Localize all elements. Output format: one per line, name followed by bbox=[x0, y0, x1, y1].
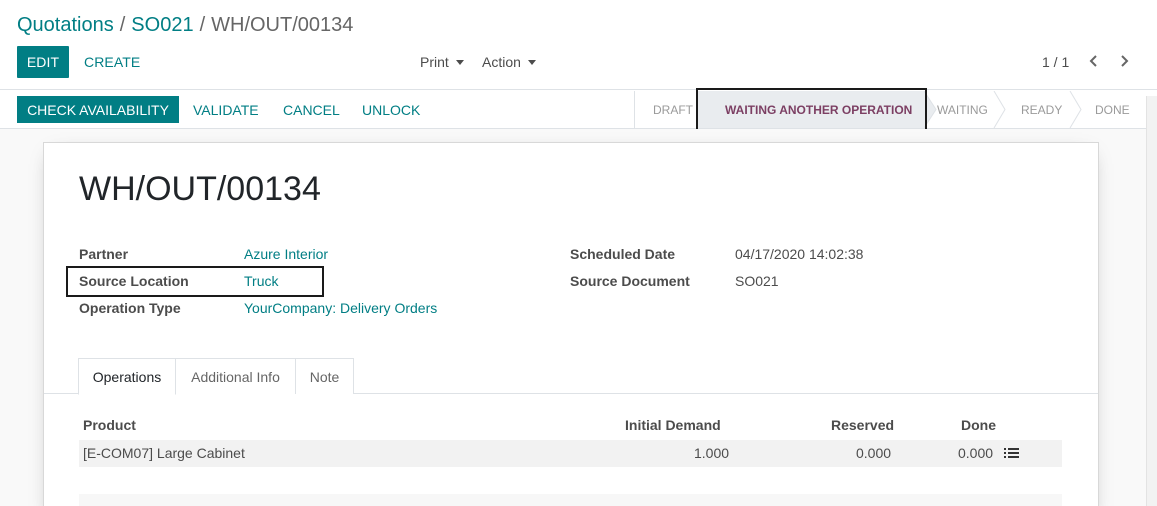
breadcrumb-quotations[interactable]: Quotations bbox=[17, 14, 114, 36]
record-title: WH/OUT/00134 bbox=[79, 170, 321, 208]
breadcrumb: Quotations / SO021/WH/OUT/00134 bbox=[17, 14, 353, 37]
scheduled-date-label: Scheduled Date bbox=[570, 246, 676, 262]
print-dropdown-label: Print bbox=[420, 54, 449, 70]
action-dropdown[interactable]: Action bbox=[482, 54, 536, 70]
chevron-left-icon[interactable] bbox=[1086, 53, 1102, 69]
column-header-product[interactable]: Product bbox=[83, 417, 136, 433]
partner-label: Partner bbox=[79, 246, 129, 262]
validate-button[interactable]: VALIDATE bbox=[193, 96, 259, 123]
operation-type-value[interactable]: YourCompany: Delivery Orders bbox=[244, 300, 437, 316]
operation-type-label: Operation Type bbox=[79, 300, 181, 316]
stage-divider bbox=[924, 91, 937, 128]
column-header-reserved[interactable]: Reserved bbox=[831, 417, 894, 433]
scheduled-date-value: 04/17/2020 14:02:38 bbox=[735, 246, 864, 262]
cancel-button[interactable]: CANCEL bbox=[283, 96, 340, 123]
notebook-tabs: Operations Additional Info Note bbox=[44, 358, 1098, 395]
column-header-done[interactable]: Done bbox=[961, 417, 996, 433]
cell-product[interactable]: [E-COM07] Large Cabinet bbox=[83, 445, 245, 461]
pager-value[interactable]: 1 / 1 bbox=[1042, 54, 1069, 70]
tab-additional-info[interactable]: Additional Info bbox=[175, 358, 296, 394]
source-document-label: Source Document bbox=[570, 273, 690, 289]
cell-reserved[interactable]: 0.000 bbox=[856, 445, 891, 461]
breadcrumb-separator: / bbox=[119, 14, 126, 36]
cell-initial-demand[interactable]: 1.000 bbox=[694, 445, 729, 461]
partner-value[interactable]: Azure Interior bbox=[244, 246, 328, 262]
breadcrumb-sale-order[interactable]: SO021 bbox=[131, 14, 193, 36]
action-dropdown-label: Action bbox=[482, 54, 521, 70]
tab-operations[interactable]: Operations bbox=[78, 358, 176, 395]
vertical-scrollbar[interactable] bbox=[1146, 96, 1157, 506]
breadcrumb-current: WH/OUT/00134 bbox=[211, 14, 354, 36]
stage-draft: DRAFT bbox=[653, 102, 693, 117]
stage-ready: READY bbox=[1021, 102, 1063, 117]
tab-note[interactable]: Note bbox=[295, 358, 354, 394]
caret-down-icon bbox=[527, 59, 536, 65]
list-icon[interactable] bbox=[1004, 447, 1019, 460]
status-bar: CHECK AVAILABILITY VALIDATE CANCEL UNLOC… bbox=[0, 91, 1157, 129]
stage-waiting: WAITING bbox=[937, 102, 988, 117]
stage-divider bbox=[1069, 91, 1082, 128]
unlock-button[interactable]: UNLOCK bbox=[362, 96, 420, 123]
stage-pipeline: DRAFT WAITING ANOTHER OPERATION WAITING … bbox=[634, 91, 1157, 128]
breadcrumb-separator: / bbox=[199, 14, 206, 36]
check-availability-button[interactable]: CHECK AVAILABILITY bbox=[17, 96, 179, 123]
cell-done[interactable]: 0.000 bbox=[958, 445, 993, 461]
stage-waiting-another-operation: WAITING ANOTHER OPERATION bbox=[725, 102, 913, 117]
caret-down-icon bbox=[455, 59, 464, 65]
create-button[interactable]: CREATE bbox=[84, 54, 140, 70]
chevron-right-icon[interactable] bbox=[1116, 53, 1132, 69]
source-document-value: SO021 bbox=[735, 273, 779, 289]
column-header-initial-demand[interactable]: Initial Demand bbox=[625, 417, 721, 433]
stage-divider bbox=[993, 91, 1006, 128]
source-location-value[interactable]: Truck bbox=[244, 273, 278, 289]
source-location-label: Source Location bbox=[79, 273, 189, 289]
stage-done: DONE bbox=[1095, 102, 1130, 117]
edit-button[interactable]: EDIT bbox=[17, 46, 69, 78]
control-panel: Quotations / SO021/WH/OUT/00134 EDIT CREAT… bbox=[0, 0, 1157, 90]
table-row-empty bbox=[79, 494, 1062, 506]
print-dropdown[interactable]: Print bbox=[420, 54, 464, 70]
